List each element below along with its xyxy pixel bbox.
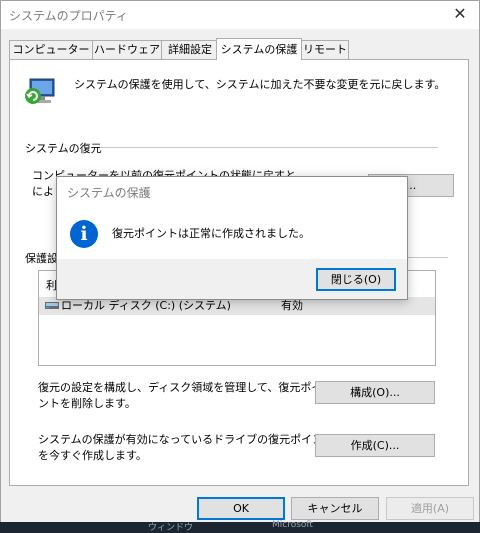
dialog-title: システムの保護 xyxy=(67,186,151,200)
intro-text: システムの保護を使用して、システムに加えた不要な変更を元に戻します。 xyxy=(74,78,446,91)
create-description-line: を今すぐ作成します。 xyxy=(38,449,147,462)
apply-button[interactable]: 適用(A) xyxy=(386,497,474,520)
ok-button[interactable]: OK xyxy=(197,497,285,520)
taskbar-item-label[interactable]: ウィンドウ xyxy=(148,520,193,533)
system-restore-heading: システムの復元 xyxy=(25,142,102,155)
drive-icon xyxy=(45,302,59,309)
tab-system-protection[interactable]: システムの保護 xyxy=(216,38,302,60)
restore-point-created-dialog: システムの保護 i 復元ポイントは正常に作成されました。 閉じる(O) xyxy=(56,176,408,300)
divider xyxy=(100,147,438,148)
system-properties-window: システムのプロパティ ✕ コンピューター名 ハードウェア 詳細設定 システムの保… xyxy=(0,0,480,524)
dialog-message: 復元ポイントは正常に作成されました。 xyxy=(112,227,310,240)
tab-advanced[interactable]: 詳細設定 xyxy=(161,40,219,59)
system-protection-icon xyxy=(25,78,55,104)
title-bar[interactable]: システムのプロパティ ✕ xyxy=(1,1,479,29)
dialog-close-button[interactable]: 閉じる(O) xyxy=(316,268,396,291)
configure-button[interactable]: 構成(O)... xyxy=(315,381,435,404)
taskbar: ウィンドウ Microsoft xyxy=(0,520,480,533)
info-icon: i xyxy=(70,220,98,248)
tab-hardware[interactable]: ハードウェア xyxy=(92,40,162,59)
taskbar-item-label[interactable]: Microsoft xyxy=(272,520,313,530)
dialog-footer: 閉じる(O) xyxy=(57,259,407,299)
configure-description-line: ントを削除します。 xyxy=(38,397,136,410)
tab-remote[interactable]: リモート xyxy=(301,40,349,59)
cancel-button[interactable]: キャンセル xyxy=(291,497,379,520)
window-title: システムのプロパティ xyxy=(9,9,128,23)
create-button[interactable]: 作成(C)... xyxy=(315,434,435,457)
configure-description: 復元の設定を構成し、ディスク領域を管理して、復元ポイ ントを削除します。 xyxy=(38,380,322,412)
create-description: システムの保護が有効になっているドライブの復元ポイント を今すぐ作成します。 xyxy=(38,432,334,464)
close-icon[interactable]: ✕ xyxy=(447,3,473,25)
tab-computer-name[interactable]: コンピューター名 xyxy=(9,40,93,74)
create-description-line: システムの保護が有効になっているドライブの復元ポイント xyxy=(38,433,335,446)
protection-settings-heading: 保護設 xyxy=(25,252,58,265)
configure-description-line: 復元の設定を構成し、ディスク領域を管理して、復元ポイ xyxy=(38,381,323,394)
